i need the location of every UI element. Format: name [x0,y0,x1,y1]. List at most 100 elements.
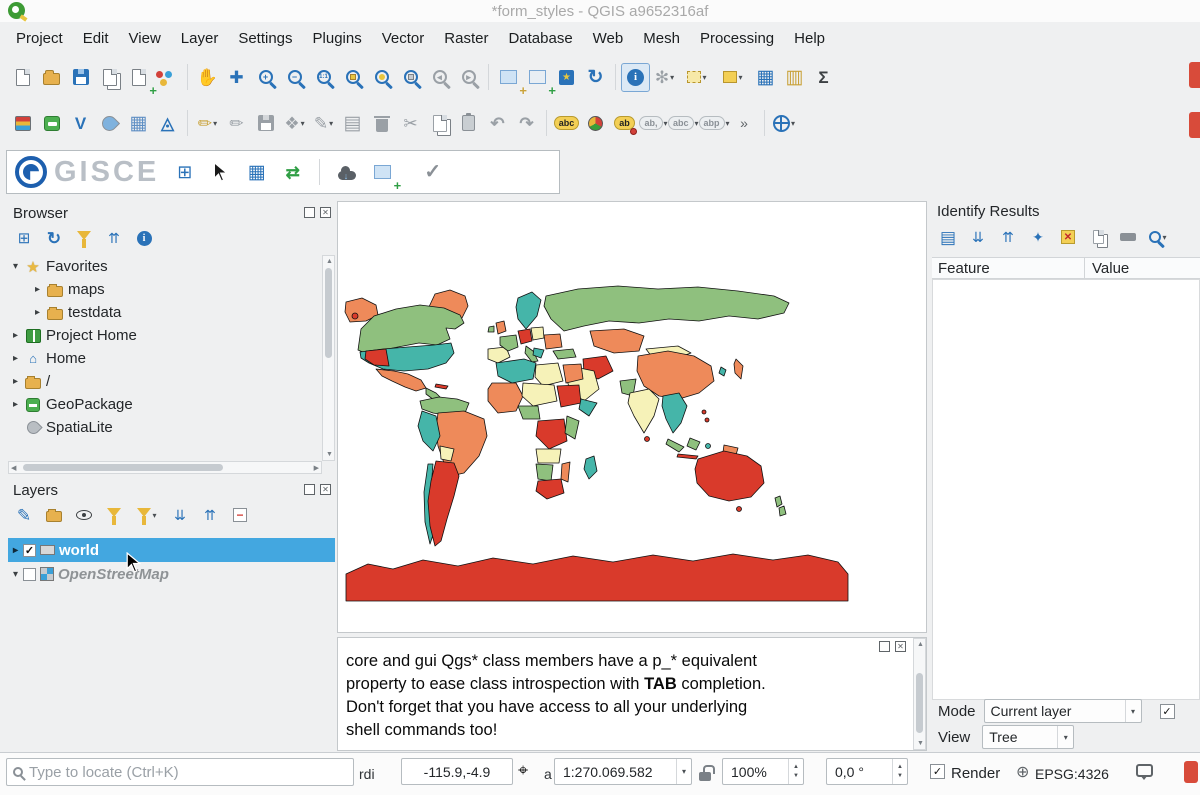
menu-database[interactable]: Database [498,26,582,51]
menu-layer[interactable]: Layer [171,26,229,51]
close-panel-icon[interactable]: ✕ [320,207,331,218]
refresh-browser-button[interactable]: ↻ [42,226,66,250]
digitize-feature-button[interactable]: ❖▾ [280,109,309,138]
properties-widget-button[interactable]: i [132,226,156,250]
layer-item-openstreetmap[interactable]: ▾ OpenStreetMap [8,562,335,586]
data-source-manager-button[interactable] [8,109,37,138]
pan-map-button[interactable]: ✋ [193,63,222,92]
feature-column-header[interactable]: Feature [938,260,990,277]
auto-open-form-checkbox[interactable]: ✓ [1160,704,1175,719]
add-map-layer-button[interactable]: + [368,158,397,187]
float-panel-icon[interactable] [304,207,315,218]
close-panel-icon[interactable]: ✕ [895,641,906,652]
scroll-down-icon[interactable]: ▼ [326,451,333,458]
python-console-output[interactable]: ✕ core and gui Qgs* class members have a… [337,637,927,751]
new-3d-map-view-button[interactable]: + [523,63,552,92]
browser-item-project-home[interactable]: ▸ Project Home [8,324,322,347]
menu-processing[interactable]: Processing [690,26,784,51]
new-map-view-button[interactable]: + [494,63,523,92]
expander-closed-icon[interactable]: ▸ [8,376,23,387]
chevron-down-icon[interactable]: ▾ [676,759,691,784]
scale-combobox[interactable]: 1:270.069.582 ▾ [554,758,692,785]
manage-visibility-button[interactable] [72,503,96,527]
scrollbar-thumb[interactable] [916,673,923,733]
close-panel-icon[interactable]: ✕ [320,484,331,495]
modify-attributes-button[interactable]: ▤ [338,109,367,138]
menu-mesh[interactable]: Mesh [633,26,690,51]
toggle-extents-icon[interactable]: ⌖ [518,760,528,781]
expand-new-results-button[interactable]: ✦ [1026,225,1050,249]
menu-settings[interactable]: Settings [228,26,302,51]
filter-expression-button[interactable]: ▾ [132,503,162,527]
layer-tree-button[interactable]: ⊞ [170,158,199,187]
log-messages-icon[interactable] [1184,761,1198,783]
add-geopackage-layer-button[interactable] [37,109,66,138]
print-results-button[interactable] [1116,225,1140,249]
add-spatialite-layer-button[interactable] [95,109,124,138]
locator-input[interactable] [29,764,319,781]
spin-arrows-icon[interactable]: ▲▼ [892,759,907,784]
scroll-left-icon[interactable]: ◀ [11,465,16,472]
menu-project[interactable]: Project [6,26,73,51]
browser-item-spatialite[interactable]: SpatiaLite [8,416,322,439]
paste-features-button[interactable] [454,109,483,138]
pin-labels-button[interactable]: ab [610,109,639,138]
browser-horizontal-scrollbar[interactable]: ◀ ▶ [8,461,322,474]
console-vertical-scrollbar[interactable]: ▲ ▼ [913,638,926,750]
move-label-button[interactable]: abp▾ [699,109,730,138]
browser-item-geopackage[interactable]: ▸ GeoPackage [8,393,322,416]
copy-results-button[interactable] [1086,225,1110,249]
open-project-button[interactable] [37,63,66,92]
add-selected-layers-button[interactable]: ⊞ [12,226,36,250]
scrollbar-thumb[interactable] [325,268,332,358]
open-form-button[interactable]: ▤ [936,225,960,249]
zoom-full-button[interactable] [338,63,367,92]
messages-bubble-icon[interactable] [1136,764,1153,777]
identify-features-button[interactable]: i [621,63,650,92]
scrollbar-thumb[interactable] [23,464,223,471]
float-panel-icon[interactable] [304,484,315,495]
zoom-in-button[interactable]: + [251,63,280,92]
layer-labeling-button[interactable]: abc [552,109,581,138]
gisce-table-button[interactable]: ▦ [242,158,271,187]
collapse-tree-button[interactable]: ⇈ [996,225,1020,249]
toolbar-overflow-button[interactable]: » [730,109,759,138]
expand-tree-button[interactable]: ⇊ [966,225,990,249]
menu-web[interactable]: Web [583,26,634,51]
zoom-out-button[interactable]: − [280,63,309,92]
expander-closed-icon[interactable]: ▸ [8,545,23,556]
add-raster-layer-button[interactable]: ▦ [124,109,153,138]
zoom-next-button[interactable]: ▸ [454,63,483,92]
scroll-up-icon[interactable]: ▲ [917,641,924,648]
filter-browser-button[interactable] [72,226,96,250]
save-edits-button[interactable] [251,109,280,138]
menu-plugins[interactable]: Plugins [303,26,372,51]
layer-checkbox-checked[interactable]: ✓ [23,544,36,557]
browser-item-maps[interactable]: ▸ maps [8,278,322,301]
identify-settings-button[interactable]: ▾ [1146,225,1170,249]
copy-features-button[interactable] [425,109,454,138]
clear-results-button[interactable]: ✕ [1056,225,1080,249]
refresh-map-button[interactable]: ↻ [581,63,610,92]
column-divider[interactable] [1084,258,1085,278]
cut-features-button[interactable]: ✂ [396,109,425,138]
redo-button[interactable]: ↷ [512,109,541,138]
expander-closed-icon[interactable]: ▸ [8,353,23,364]
field-calculator-button[interactable]: ▥ [780,63,809,92]
scroll-right-icon[interactable]: ▶ [314,465,319,472]
clipped-toolbar-icon[interactable] [1189,112,1200,138]
zoom-native-button[interactable]: 1:1 [309,63,338,92]
zoom-to-selection-button[interactable] [367,63,396,92]
browser-vertical-scrollbar[interactable]: ▲ ▼ [322,255,335,461]
browser-item-testdata[interactable]: ▸ testdata [8,301,322,324]
cloud-transfer-button[interactable] [332,158,361,187]
statistical-summary-button[interactable]: Σ [809,63,838,92]
gisce-sync-button[interactable]: ⇄ [278,158,307,187]
add-mesh-layer-button[interactable]: ◬ [153,109,182,138]
render-checkbox[interactable]: ✓ [930,764,945,779]
current-edits-button[interactable]: ✏▾ [193,109,222,138]
expander-closed-icon[interactable]: ▸ [30,307,45,318]
menu-edit[interactable]: Edit [73,26,119,51]
show-hide-labels-button[interactable]: abc▾ [668,109,699,138]
run-feature-action-button[interactable]: ✻▾ [650,63,679,92]
